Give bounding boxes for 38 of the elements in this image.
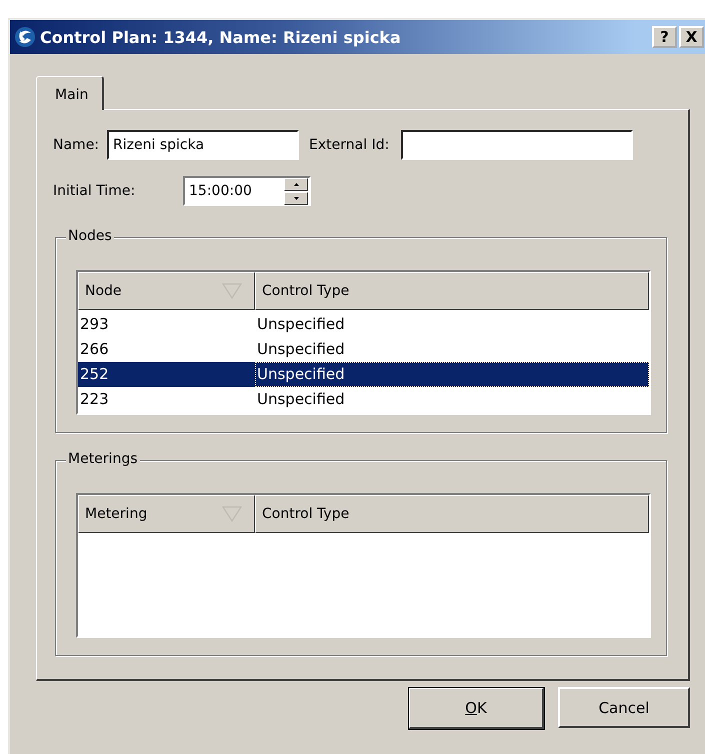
title-bar-button[interactable]: ? bbox=[652, 26, 677, 48]
table-row[interactable]: 252 Unspecified bbox=[78, 362, 649, 387]
tab[interactable]: Main bbox=[36, 76, 104, 110]
column-header[interactable]: Control Type bbox=[255, 272, 649, 310]
dialog-button[interactable]: OK bbox=[408, 687, 545, 730]
table-cell-text: Unspecified bbox=[256, 314, 346, 335]
time-spinner[interactable]: 15:00:00 bbox=[183, 176, 311, 206]
table-row[interactable]: 223 Unspecified bbox=[78, 387, 649, 412]
spin-down-button[interactable] bbox=[284, 192, 308, 204]
table-cell-text: 293 bbox=[79, 314, 110, 335]
column-label: Node bbox=[85, 283, 122, 299]
app-logo-icon bbox=[14, 26, 36, 48]
dialog-button[interactable]: Cancel bbox=[558, 687, 690, 728]
column-header[interactable]: Node bbox=[78, 272, 255, 310]
table-cell-text: 223 bbox=[79, 389, 110, 410]
spin-up-button[interactable] bbox=[284, 178, 308, 190]
window-title: Control Plan: 1344, Name: Rizeni spicka bbox=[40, 28, 402, 46]
table-cell-text: 266 bbox=[79, 339, 110, 360]
table-cell-text: Unspecified bbox=[256, 339, 346, 360]
column-header[interactable]: Control Type bbox=[255, 495, 649, 533]
table-cell: Unspecified bbox=[255, 362, 649, 387]
column-header[interactable]: Metering bbox=[78, 495, 255, 533]
field-label: Initial Time: bbox=[53, 183, 136, 199]
table-row[interactable]: 266 Unspecified bbox=[78, 337, 649, 362]
column-label: Control Type bbox=[262, 283, 350, 299]
column-label: Control Type bbox=[262, 506, 350, 522]
table-cell-text: 252 bbox=[79, 364, 110, 385]
input-field[interactable]: Rizeni spicka bbox=[107, 130, 300, 160]
caret-down-icon bbox=[294, 196, 298, 200]
input-field[interactable] bbox=[401, 130, 634, 160]
title-bar-button[interactable]: X bbox=[679, 26, 704, 48]
caret-up-icon bbox=[294, 182, 298, 186]
table-cell-text: Unspecified bbox=[256, 389, 346, 410]
table-row[interactable]: 293 Unspecified bbox=[78, 312, 649, 337]
field-label: External Id: bbox=[309, 137, 390, 153]
field-label: Name: bbox=[53, 137, 100, 153]
column-label: Metering bbox=[85, 506, 148, 522]
group-title: Meterings bbox=[66, 451, 140, 467]
